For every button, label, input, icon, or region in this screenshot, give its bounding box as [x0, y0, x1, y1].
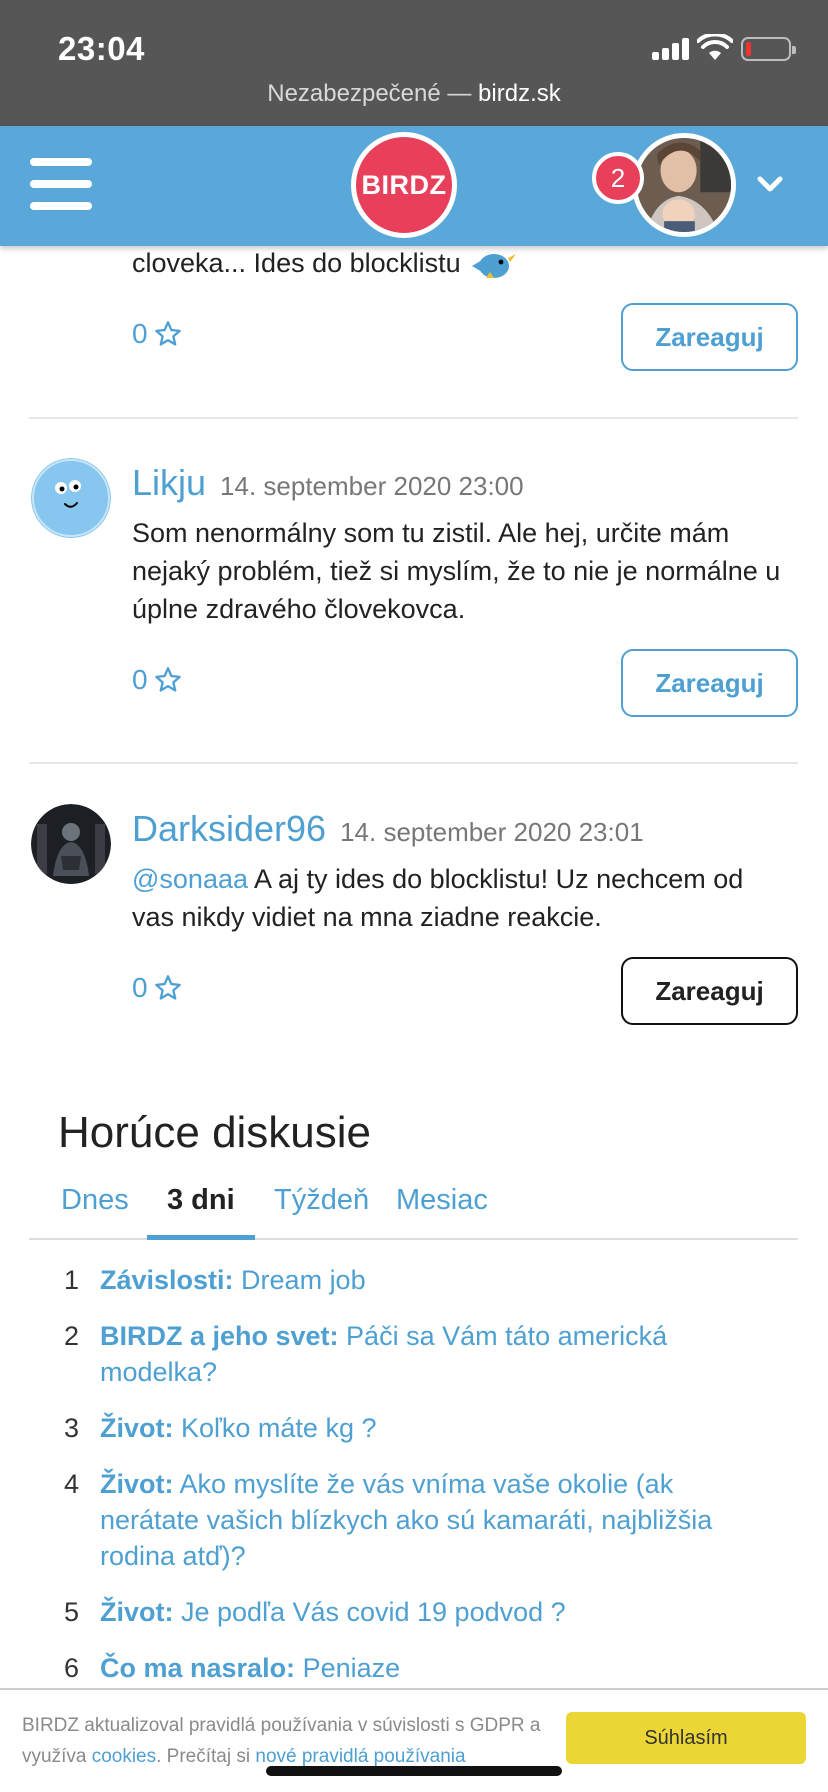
item-number: 1 [64, 1265, 80, 1295]
tab-tyzden[interactable]: Týždeň [254, 1184, 389, 1240]
hot-discussions-heading: Horúce diskusie [58, 1108, 372, 1157]
item-category[interactable]: Čo ma nasralo: [100, 1653, 295, 1683]
cookies-link[interactable]: cookies [92, 1746, 156, 1767]
comment-date: 14. september 2020 23:01 [340, 817, 644, 847]
url-host: birdz.sk [478, 80, 561, 107]
bird-emoji-icon [472, 253, 517, 278]
hot-discussions-tabs: Dnes 3 dni Týždeň Mesiac [29, 1180, 798, 1240]
item-title[interactable]: Je podľa Vás covid 19 podvod ? [174, 1597, 566, 1627]
rating[interactable]: 0 [132, 664, 182, 696]
author-name[interactable]: Darksider96 [132, 808, 326, 849]
new-rules-link[interactable]: nové pravidlá používania [255, 1746, 465, 1767]
item-title[interactable]: Ako myslíte že vás vníma vaše okolie (ak… [100, 1469, 712, 1571]
comment-text: cloveka... Ides do blocklistu [132, 244, 792, 282]
star-icon[interactable] [154, 320, 182, 348]
wifi-icon [697, 34, 733, 60]
react-button[interactable]: Zareaguj [621, 957, 798, 1025]
comment-author[interactable]: Likju 14. september 2020 23:00 [132, 462, 524, 504]
star-icon[interactable] [154, 666, 182, 694]
chevron-down-icon[interactable] [756, 170, 784, 198]
item-title[interactable]: Koľko máte kg ? [174, 1413, 376, 1443]
rating-count: 0 [132, 972, 148, 1003]
item-category[interactable]: Život: [100, 1469, 174, 1499]
react-button[interactable]: Zareaguj [621, 649, 798, 717]
clock: 23:04 [58, 30, 145, 67]
comment-text: Som nenormálny som tu zistil. Ale hej, u… [132, 518, 781, 624]
user-avatar[interactable] [632, 133, 736, 237]
rating[interactable]: 0 [132, 972, 182, 1004]
birdz-logo[interactable]: BIRDZ [351, 132, 457, 238]
item-title[interactable]: Dream job [234, 1265, 366, 1295]
item-category[interactable]: BIRDZ a jeho svet: [100, 1321, 339, 1351]
item-category[interactable]: Život: [100, 1413, 174, 1443]
user-mention-link[interactable]: @sonaaa [132, 864, 248, 894]
divider [29, 417, 798, 419]
comment-avatar[interactable] [31, 458, 111, 538]
star-icon[interactable] [154, 974, 182, 1002]
browser-status-bar: 23:04 Nezabezpečené — birdz.sk [0, 0, 828, 126]
comment-date: 14. september 2020 23:00 [220, 471, 524, 501]
author-name[interactable]: Likju [132, 462, 206, 503]
rating-count: 0 [132, 664, 148, 695]
item-number: 4 [64, 1469, 80, 1499]
url-bar[interactable]: Nezabezpečené — birdz.sk [0, 80, 828, 108]
menu-icon[interactable] [30, 158, 92, 210]
url-security-label: Nezabezpečené — [267, 80, 479, 107]
cookie-consent-bar: BIRDZ aktualizoval pravidlá používania v… [0, 1688, 828, 1792]
battery-icon [741, 37, 796, 61]
accept-cookies-button[interactable]: Súhlasím [566, 1712, 806, 1764]
item-title[interactable]: Peniaze [295, 1653, 401, 1683]
signal-icon [652, 38, 690, 60]
tab-3-dni[interactable]: 3 dni [147, 1184, 255, 1240]
comment-body: cloveka... Ides do blocklistu [132, 248, 461, 278]
item-number: 6 [64, 1653, 80, 1683]
item-category[interactable]: Život: [100, 1597, 174, 1627]
rating-count: 0 [132, 318, 148, 349]
item-number: 3 [64, 1413, 80, 1443]
item-number: 2 [64, 1321, 80, 1351]
cookie-text-part: . Prečítaj si [156, 1746, 256, 1767]
react-button[interactable]: Zareaguj [621, 303, 798, 371]
home-indicator[interactable] [266, 1766, 562, 1776]
item-category[interactable]: Závislosti: [100, 1265, 234, 1295]
divider [29, 762, 798, 764]
tab-mesiac[interactable]: Mesiac [376, 1184, 508, 1240]
comment-author[interactable]: Darksider96 14. september 2020 23:01 [132, 808, 644, 850]
comment-text: @sonaaa A aj ty ides do blocklistu! Uz n… [132, 860, 792, 936]
cookie-notice-text: BIRDZ aktualizoval pravidlá používania v… [22, 1710, 552, 1772]
rating[interactable]: 0 [132, 318, 182, 350]
item-number: 5 [64, 1597, 80, 1627]
comment-avatar[interactable] [31, 804, 111, 884]
app-header: BIRDZ 2 [0, 126, 828, 246]
notification-badge[interactable]: 2 [592, 152, 644, 204]
tab-dnes[interactable]: Dnes [41, 1184, 149, 1240]
